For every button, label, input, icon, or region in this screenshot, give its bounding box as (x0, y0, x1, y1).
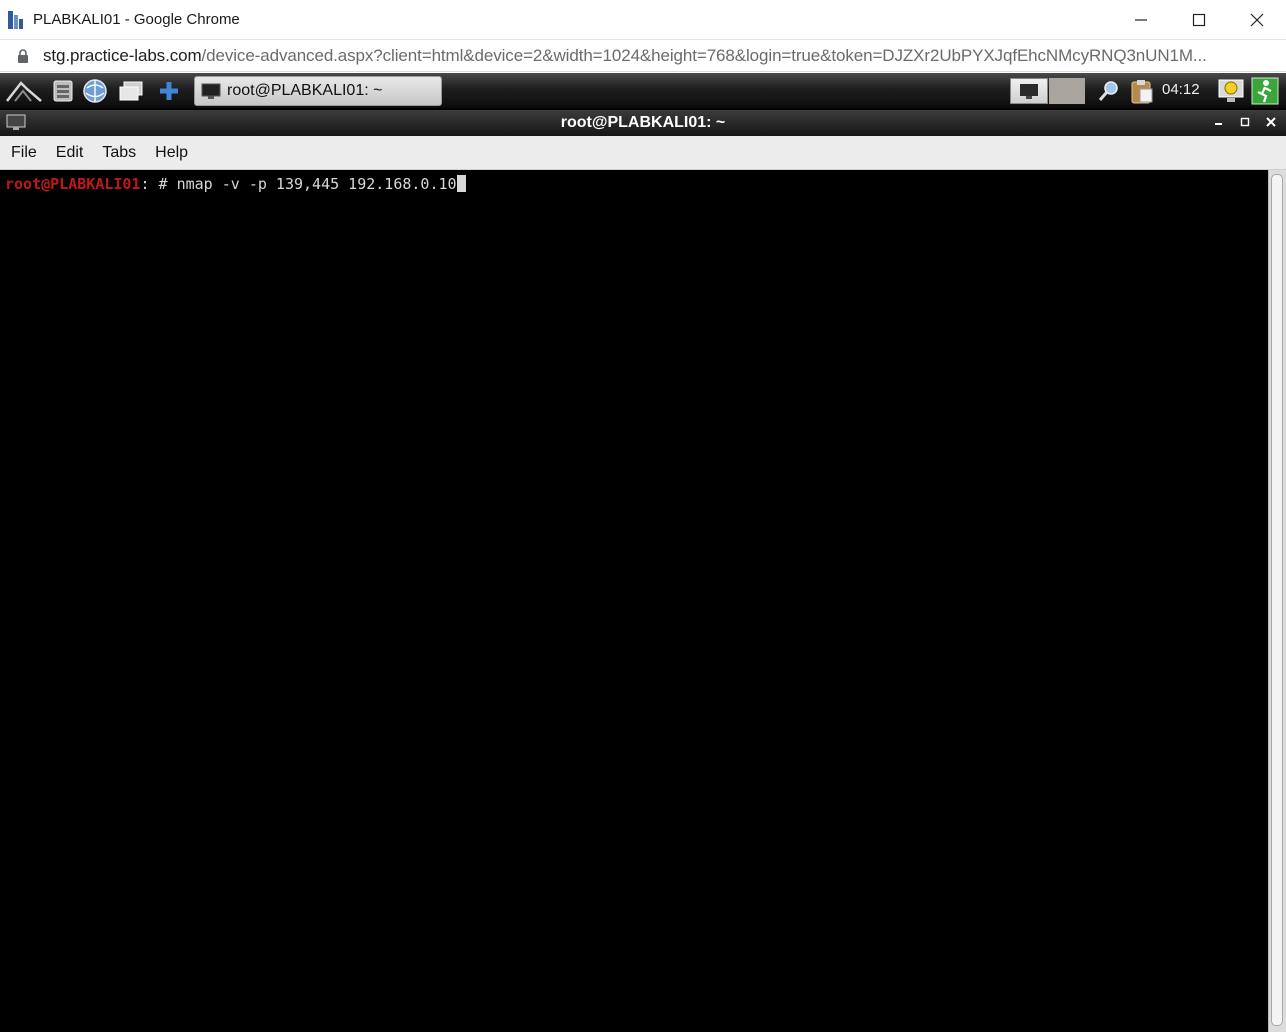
menu-file[interactable]: File (11, 144, 37, 162)
prompt-user: root@PLABKALI01 (5, 175, 141, 193)
search-icon[interactable] (1094, 78, 1124, 104)
kali-menu-icon[interactable] (4, 78, 44, 104)
text-cursor (456, 175, 466, 192)
terminal-close-button[interactable] (1264, 115, 1278, 129)
desktop-panel: root@PLABKALI01: ~ 04:12 (0, 73, 1286, 109)
screensaver-icon[interactable] (1216, 78, 1246, 104)
lock-icon (18, 48, 28, 63)
close-icon (1266, 117, 1276, 127)
scrollbar-thumb[interactable] (1271, 174, 1283, 1026)
add-icon[interactable] (154, 78, 184, 104)
remote-desktop[interactable]: root@PLABKALI01: ~ 04:12 root@PLABKALI01… (0, 73, 1286, 1032)
maximize-icon (1192, 13, 1206, 27)
browser-titlebar: PLABKALI01 - Google Chrome (0, 0, 1286, 40)
terminal-maximize-button[interactable] (1238, 115, 1252, 129)
monitor-icon (1020, 84, 1038, 99)
terminal-title: root@PLABKALI01: ~ (560, 114, 726, 131)
workspace-2[interactable] (1049, 78, 1085, 104)
terminal-scrollbar[interactable] (1268, 170, 1286, 1032)
terminal-icon (201, 83, 221, 99)
terminal-titlebar[interactable]: root@PLABKALI01: ~ (0, 110, 1286, 136)
menu-help[interactable]: Help (155, 144, 188, 162)
command-text: nmap -v -p 139,445 192.168.0.10 (176, 175, 457, 193)
taskbar-item-label: root@PLABKALI01: ~ (227, 82, 383, 99)
terminal-window-controls (1212, 115, 1278, 129)
minimize-button[interactable] (1112, 0, 1170, 40)
terminal-output[interactable]: root@PLABKALI01: # nmap -v -p 139,445 19… (0, 170, 1268, 1032)
url-text[interactable]: stg.practice-labs.com/device-advanced.as… (43, 46, 1273, 66)
clipboard-icon[interactable] (1126, 78, 1156, 104)
show-desktop-icon[interactable] (116, 78, 146, 104)
terminal-window-icon (6, 114, 26, 130)
address-bar[interactable]: stg.practice-labs.com/device-advanced.as… (0, 40, 1286, 72)
panel-clock: 04:12 (1162, 81, 1200, 98)
url-host: stg.practice-labs.com (43, 45, 202, 65)
minimize-icon (1215, 123, 1222, 125)
terminal-minimize-button[interactable] (1212, 115, 1226, 129)
command-line: root@PLABKALI01: # nmap -v -p 139,445 19… (5, 175, 1268, 193)
maximize-icon (1240, 117, 1250, 127)
taskbar-item-terminal[interactable]: root@PLABKALI01: ~ (194, 76, 442, 106)
menu-edit[interactable]: Edit (56, 144, 84, 162)
minimize-icon (1135, 19, 1147, 21)
terminal-menubar: File Edit Tabs Help (0, 136, 1286, 170)
web-browser-icon[interactable] (80, 78, 110, 104)
prompt-suffix: : # (140, 175, 177, 193)
workspace-1[interactable] (1010, 78, 1048, 104)
logout-icon[interactable] (1250, 77, 1280, 105)
url-path: /device-advanced.aspx?client=html&device… (201, 45, 1207, 65)
browser-window-title: PLABKALI01 - Google Chrome (33, 11, 240, 28)
menu-tabs[interactable]: Tabs (102, 144, 136, 162)
close-icon (1250, 13, 1264, 27)
practice-labs-icon (8, 9, 24, 31)
window-controls (1112, 0, 1286, 40)
close-button[interactable] (1228, 0, 1286, 40)
file-manager-icon[interactable] (48, 78, 78, 104)
maximize-button[interactable] (1170, 0, 1228, 40)
